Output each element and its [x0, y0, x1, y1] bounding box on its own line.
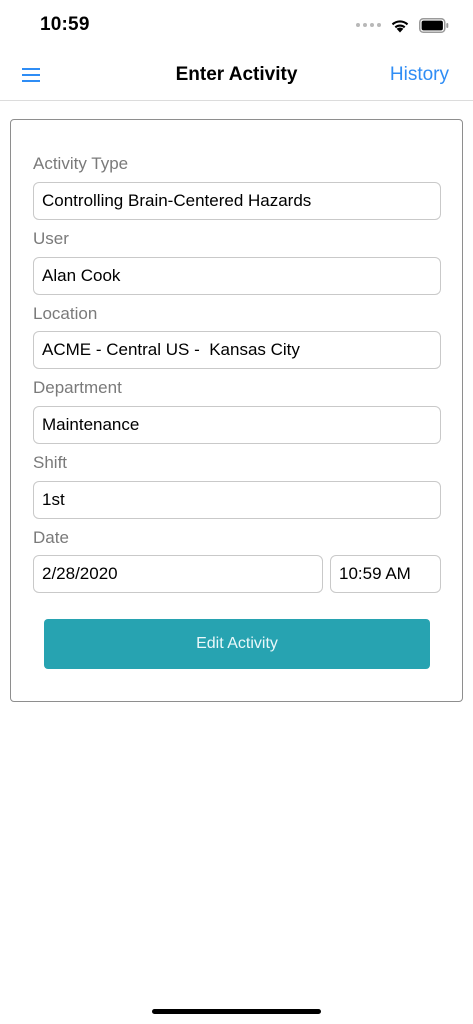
shift-label: Shift	[33, 453, 68, 472]
status-bar: 10:59	[0, 0, 473, 50]
time-input[interactable]	[330, 555, 441, 593]
department-input[interactable]	[33, 406, 441, 444]
hamburger-menu-icon[interactable]	[22, 67, 40, 83]
activity-type-input[interactable]	[33, 182, 441, 220]
date-label: Date	[33, 528, 69, 547]
status-time: 10:59	[40, 14, 90, 35]
wifi-icon	[391, 19, 409, 32]
department-label: Department	[33, 378, 122, 397]
home-indicator[interactable]	[152, 1009, 321, 1014]
activity-form-card: Activity Type User Location Department S…	[10, 119, 463, 702]
shift-input[interactable]	[33, 481, 441, 519]
battery-icon	[419, 17, 449, 33]
location-input[interactable]	[33, 331, 441, 369]
history-button[interactable]: History	[390, 64, 449, 86]
signal-icon	[356, 23, 381, 27]
screen: 10:59 Enter Activity History Activity Ty…	[0, 0, 473, 1024]
status-icons	[356, 16, 449, 34]
navigation-bar: Enter Activity History	[0, 50, 473, 101]
user-label: User	[33, 229, 69, 248]
edit-activity-button[interactable]: Edit Activity	[44, 619, 430, 669]
date-input[interactable]	[33, 555, 323, 593]
location-label: Location	[33, 304, 98, 323]
activity-type-label: Activity Type	[33, 154, 129, 173]
user-input[interactable]	[33, 257, 441, 295]
